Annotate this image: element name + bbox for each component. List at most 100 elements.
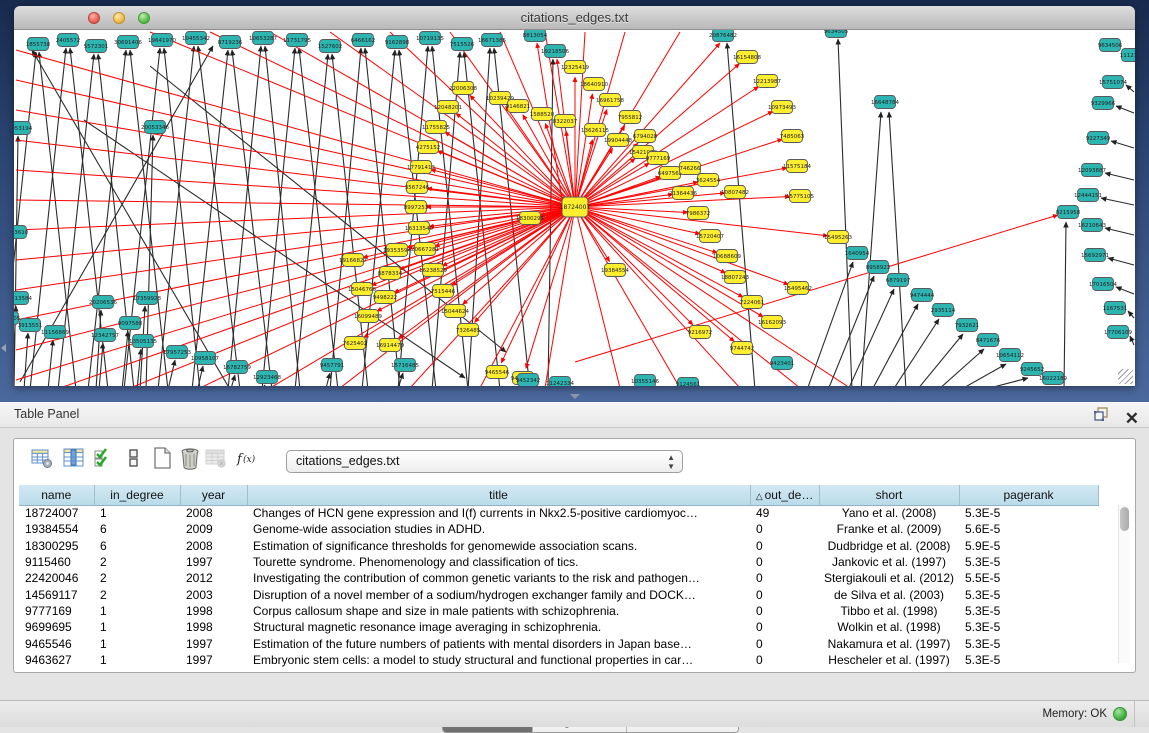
float-panel-icon[interactable] bbox=[1093, 406, 1109, 431]
delete-rows-button[interactable] bbox=[176, 445, 204, 473]
graph-node-label: 15720407 bbox=[696, 234, 724, 240]
table-row[interactable]: 1456911722003Disruption of a novel membe… bbox=[19, 586, 1098, 602]
graph-edge[interactable] bbox=[838, 39, 852, 386]
row-height-button[interactable] bbox=[120, 445, 148, 473]
graph-edge[interactable] bbox=[1101, 198, 1134, 205]
graph-edge[interactable] bbox=[1111, 141, 1134, 148]
graph-edge-selected[interactable] bbox=[575, 207, 620, 386]
graph-edge[interactable] bbox=[982, 378, 1028, 386]
table-panel-header: Table Panel ✕ bbox=[0, 402, 1149, 428]
table-row[interactable]: 911546021997Tourette syndrome. Phenomeno… bbox=[19, 554, 1098, 570]
scrollbar-thumb[interactable] bbox=[1120, 507, 1129, 531]
column-header-in_degree[interactable]: in_degree bbox=[94, 485, 180, 505]
graph-edge[interactable] bbox=[99, 343, 103, 386]
table-row[interactable]: 1872400712008Changes of HCN gene express… bbox=[19, 505, 1098, 521]
graph-edge[interactable] bbox=[848, 289, 894, 386]
graph-edge-selected[interactable] bbox=[16, 207, 575, 290]
row-selection-button[interactable] bbox=[90, 445, 118, 473]
graph-edge-selected[interactable] bbox=[16, 207, 575, 380]
column-header-year[interactable]: year bbox=[180, 485, 247, 505]
table-row[interactable]: 977716911998Corpus callosum shape and si… bbox=[19, 603, 1098, 619]
graph-edge[interactable] bbox=[398, 46, 428, 386]
graph-node-label: 10688609 bbox=[713, 254, 741, 260]
graph-edge[interactable] bbox=[365, 48, 400, 386]
graph-edge[interactable] bbox=[325, 373, 330, 386]
graph-edge[interactable] bbox=[262, 48, 295, 386]
column-header-name[interactable]: name bbox=[19, 485, 94, 505]
table-row[interactable]: 2242004622012Investigating the contribut… bbox=[19, 570, 1098, 586]
table-options-button[interactable] bbox=[28, 445, 56, 473]
graph-node-label: 17359928 bbox=[133, 296, 161, 302]
graph-node-label: 7515446 bbox=[431, 289, 456, 295]
graph-edge[interactable] bbox=[265, 46, 300, 386]
graph-edge[interactable] bbox=[14, 136, 18, 386]
graph-edge[interactable] bbox=[1116, 106, 1134, 113]
table-row[interactable]: 969969511998Structural magnetic resonanc… bbox=[19, 619, 1098, 635]
graph-edge[interactable] bbox=[14, 52, 36, 386]
cell-short: Stergiakouli et al. (2012) bbox=[819, 570, 959, 586]
window-titlebar[interactable]: citations_edges.txt bbox=[14, 6, 1135, 30]
graph-edge-selected[interactable] bbox=[575, 207, 688, 213]
graph-edge[interactable] bbox=[168, 360, 175, 386]
graph-edge[interactable] bbox=[399, 50, 436, 386]
graph-edge-selected[interactable] bbox=[480, 207, 575, 386]
graph-node-label: 18807243 bbox=[721, 275, 749, 281]
column-header-title[interactable]: title bbox=[247, 485, 750, 505]
graph-edge[interactable] bbox=[1116, 287, 1134, 294]
column-header-short[interactable]: short bbox=[819, 485, 959, 505]
graph-edge-selected[interactable] bbox=[575, 207, 734, 342]
graph-edge[interactable] bbox=[1128, 311, 1134, 318]
trash-icon bbox=[178, 458, 202, 473]
close-panel-icon[interactable]: ✕ bbox=[1125, 411, 1139, 427]
network-canvas[interactable]: 2200630812048201117558254275152177914133… bbox=[14, 30, 1135, 386]
graph-edge[interactable] bbox=[1105, 173, 1134, 180]
graph-edge[interactable] bbox=[960, 364, 1006, 386]
graph-edge[interactable] bbox=[893, 319, 939, 386]
graph-edge[interactable] bbox=[1130, 336, 1134, 345]
graph-edge[interactable] bbox=[230, 375, 235, 386]
graph-edge[interactable] bbox=[232, 50, 272, 386]
graph-edge[interactable] bbox=[228, 46, 261, 386]
graph-edge[interactable] bbox=[164, 48, 200, 386]
column-header-pagerank[interactable]: pagerank bbox=[959, 485, 1098, 505]
splitter-collapse-icon[interactable] bbox=[570, 394, 580, 399]
table-row[interactable]: 1830029562008Estimation of significance … bbox=[19, 538, 1098, 554]
memory-status-indicator[interactable] bbox=[1113, 707, 1127, 721]
cell-year: 2012 bbox=[180, 570, 247, 586]
new-table-button[interactable] bbox=[148, 445, 176, 473]
table-selector-dropdown[interactable]: citations_edges.txt ▲▼ bbox=[286, 450, 683, 473]
cell-in_degree: 1 bbox=[94, 505, 180, 521]
graph-edge-selected[interactable] bbox=[16, 140, 575, 207]
table-row[interactable]: 1938455462009Genome-wide association stu… bbox=[19, 521, 1098, 537]
graph-edge-selected[interactable] bbox=[575, 207, 800, 386]
graph-node-label: 17706109 bbox=[1104, 330, 1132, 336]
table-row[interactable]: 946362711997Embryonic stem cells: a mode… bbox=[19, 652, 1098, 668]
column-visibility-button[interactable] bbox=[60, 445, 88, 473]
function-builder-button[interactable]: f(x) bbox=[234, 445, 262, 473]
graph-edge[interactable] bbox=[1064, 222, 1066, 386]
graph-edge[interactable] bbox=[727, 43, 755, 386]
window-resize-grip[interactable] bbox=[1118, 369, 1133, 384]
graph-edge[interactable] bbox=[1108, 258, 1134, 265]
table-row[interactable]: 946554611997Estimation of the future num… bbox=[19, 635, 1098, 651]
left-splitter-icon[interactable] bbox=[1, 344, 6, 352]
column-header-out_de[interactable]: △out_de… bbox=[750, 485, 819, 505]
graph-node-label: 9329966 bbox=[1091, 101, 1116, 107]
graph-edge[interactable] bbox=[48, 340, 53, 386]
graph-edge[interactable] bbox=[397, 373, 403, 386]
graph-edge[interactable] bbox=[872, 304, 918, 386]
graph-edge[interactable] bbox=[1105, 228, 1134, 235]
graph-edge[interactable] bbox=[24, 333, 28, 386]
graph-edge-selected[interactable] bbox=[399, 207, 575, 270]
graph-edge-selected[interactable] bbox=[16, 207, 575, 260]
graph-node-label: 16961758 bbox=[596, 98, 624, 104]
graph-edge[interactable] bbox=[889, 112, 906, 386]
graph-edge[interactable] bbox=[807, 262, 853, 386]
table-scrollbar[interactable] bbox=[1118, 505, 1129, 663]
graph-edge[interactable] bbox=[295, 54, 328, 386]
cell-name: 9777169 bbox=[19, 603, 94, 619]
graph-edge[interactable] bbox=[1126, 85, 1134, 92]
cell-out_de: 0 bbox=[750, 586, 819, 602]
graph-node-label: 12444151 bbox=[1074, 193, 1102, 199]
cell-title: Disruption of a novel member of a sodium… bbox=[247, 586, 750, 602]
